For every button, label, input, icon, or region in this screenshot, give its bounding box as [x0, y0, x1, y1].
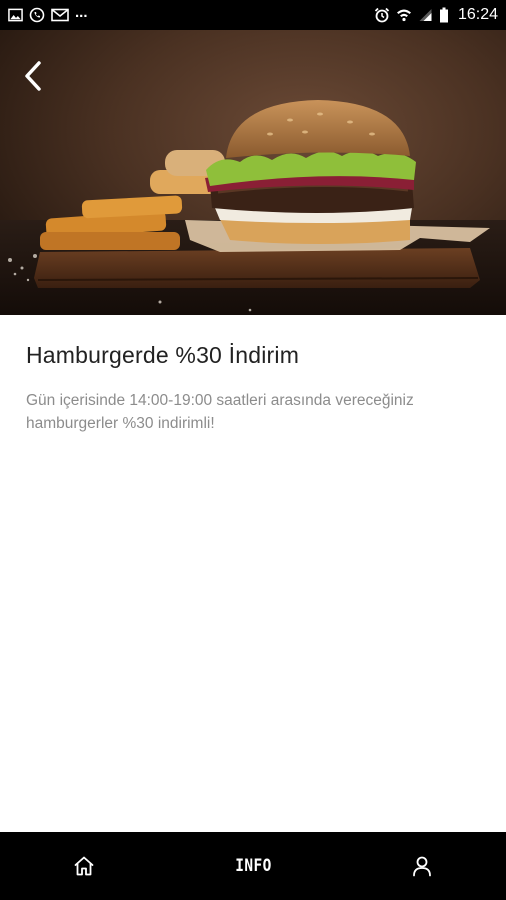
alarm-icon: [374, 7, 390, 23]
campaign-description: Gün içerisinde 14:00-19:00 saatleri aras…: [26, 392, 414, 432]
status-time: 16:24: [457, 6, 498, 23]
bottom-nav: INFO: [0, 832, 506, 900]
signal-icon: [419, 9, 432, 21]
home-icon: [74, 856, 94, 876]
whatsapp-icon: [29, 7, 45, 23]
status-bar-right: 16:24: [374, 6, 498, 24]
campaign-detail: Hamburgerde %30 İndirim Gün içerisinde 1…: [26, 315, 486, 435]
wifi-icon: [396, 9, 411, 22]
back-button[interactable]: [22, 60, 62, 100]
mail-icon: [51, 8, 69, 22]
status-overflow: ...: [75, 3, 88, 21]
nav-home[interactable]: [0, 832, 169, 900]
status-bar: ... 16:24: [0, 0, 506, 30]
nav-profile[interactable]: [337, 832, 506, 900]
status-bar-left: ...: [8, 3, 88, 23]
campaign-title: Hamburgerde %30 İndirim: [26, 342, 300, 368]
image-icon: [8, 8, 23, 22]
battery-icon: [439, 7, 448, 23]
nav-info-label: INFO: [234, 856, 272, 876]
burger-photo: [0, 30, 506, 315]
burger-illustration: [0, 100, 506, 315]
chevron-left-icon: [25, 61, 41, 91]
user-icon: [412, 856, 431, 877]
nav-info[interactable]: INFO: [169, 832, 338, 900]
